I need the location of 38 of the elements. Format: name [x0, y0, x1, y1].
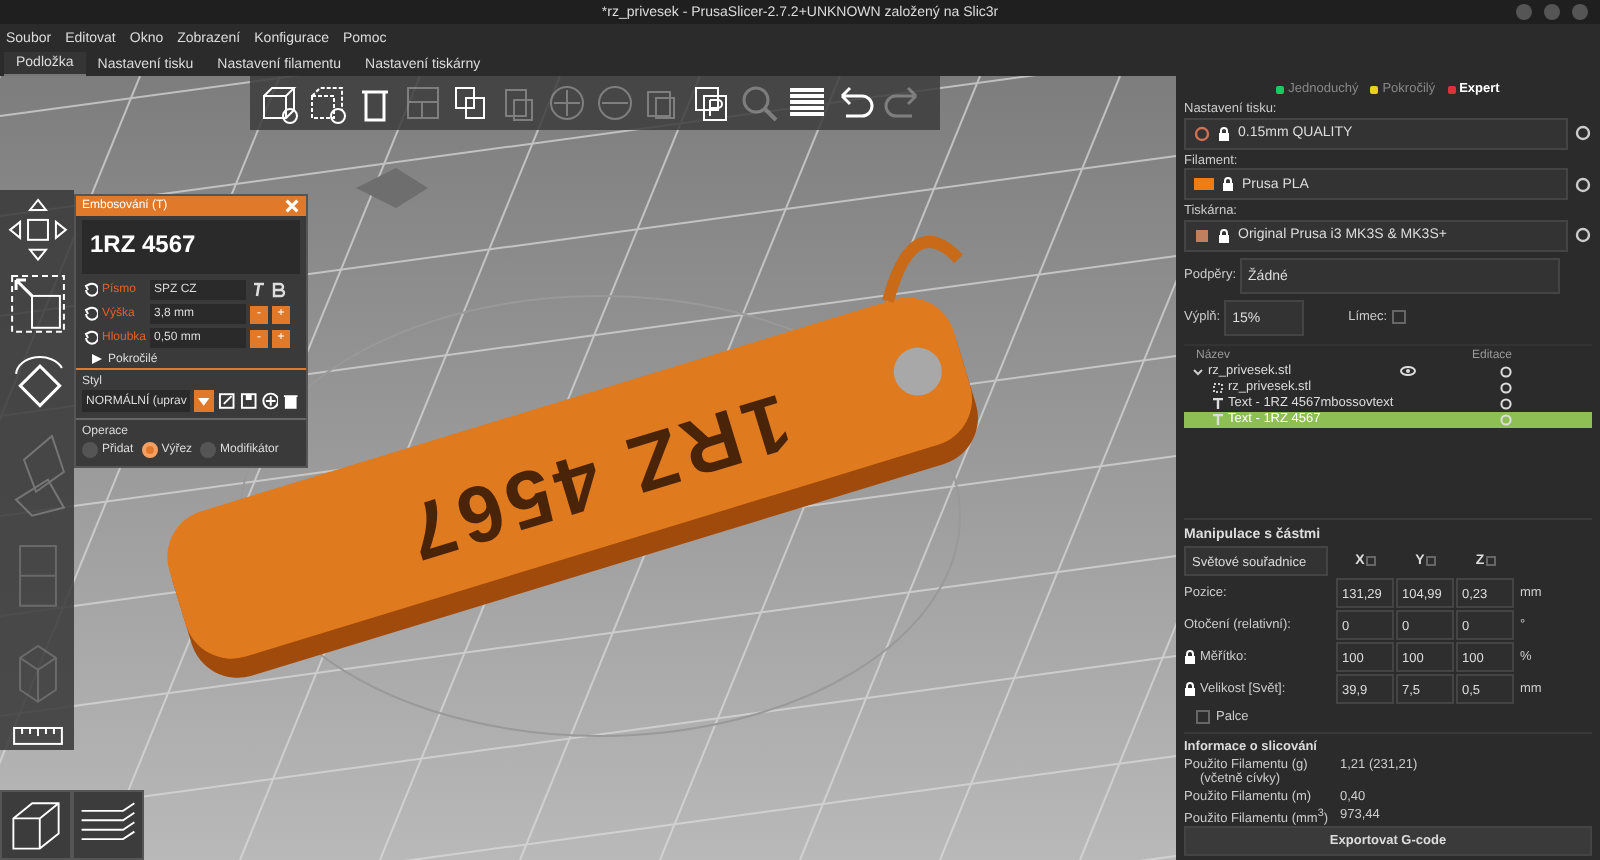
checkbox[interactable] [1196, 709, 1210, 724]
lock-icon [1216, 125, 1232, 142]
checkbox[interactable] [1486, 555, 1497, 566]
checkbox[interactable] [1366, 555, 1377, 566]
reset-icon[interactable] [82, 282, 98, 298]
cube-view-button[interactable] [0, 790, 72, 860]
save-icon[interactable] [239, 392, 258, 410]
bold-icon[interactable] [270, 282, 286, 298]
model-embossed-text: 1RZ 4567 [391, 374, 801, 578]
cube-add-icon[interactable] [258, 82, 300, 124]
lock-icon [1216, 227, 1232, 244]
text-icon [1212, 413, 1224, 426]
reset-icon[interactable] [82, 330, 98, 346]
trash-icon[interactable] [282, 392, 300, 410]
eye-icon[interactable] [1400, 366, 1416, 377]
checkbox[interactable] [1391, 310, 1406, 325]
scale-icon[interactable] [7, 271, 67, 336]
add-icon[interactable] [261, 392, 279, 410]
move-icon[interactable] [7, 196, 67, 264]
printer-icon [1194, 227, 1210, 244]
paste-parts-icon[interactable] [690, 82, 732, 124]
reset-icon[interactable] [82, 306, 98, 322]
emboss-text-field[interactable]: 1RZ 4567 [82, 220, 300, 274]
layers-view-button[interactable] [72, 790, 144, 860]
lock-icon[interactable] [1184, 649, 1196, 664]
cube-remove-icon[interactable] [306, 82, 348, 124]
arrow-gizmo-drawing [356, 168, 428, 208]
lock-icon[interactable] [1184, 681, 1196, 696]
checkbox[interactable] [1426, 555, 1437, 566]
text-icon [1212, 397, 1224, 410]
caret-icon[interactable] [92, 354, 102, 364]
lock-icon [1220, 176, 1236, 193]
close-icon[interactable] [284, 198, 300, 214]
part-icon [1212, 381, 1224, 394]
italic-icon[interactable] [250, 282, 266, 298]
edit-icon[interactable] [218, 392, 236, 410]
caret-icon[interactable] [1192, 365, 1204, 378]
ruler-icon[interactable] [7, 722, 67, 750]
